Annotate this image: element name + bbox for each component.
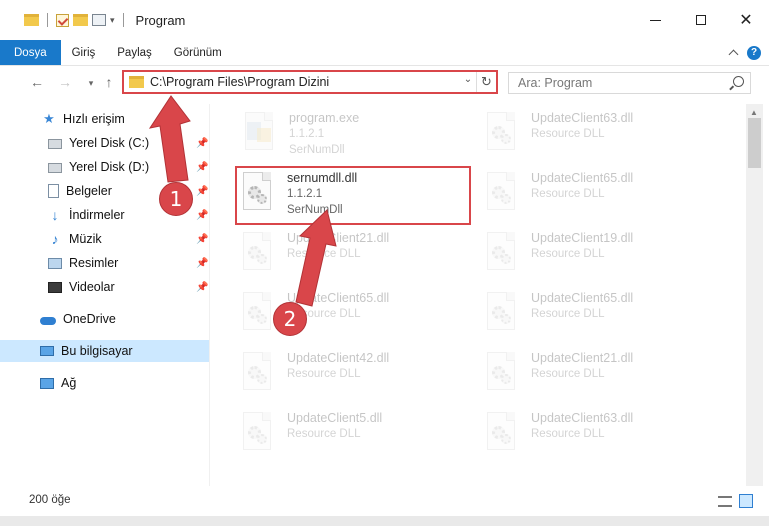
onedrive-icon xyxy=(40,317,56,325)
status-bar: 200 öğe xyxy=(0,486,769,516)
folder-icon xyxy=(24,14,39,26)
ribbon-tabs: Dosya Giriş Paylaş Görünüm ? xyxy=(0,40,769,66)
pin-icon[interactable]: 📌 xyxy=(196,258,208,269)
search-icon[interactable] xyxy=(733,76,744,87)
item-count: 200 öğe xyxy=(29,494,71,506)
maximize-button[interactable] xyxy=(678,0,724,40)
music-icon: ♪ xyxy=(51,231,59,247)
recent-locations-button[interactable]: ▾ xyxy=(82,78,100,89)
maximize-icon xyxy=(696,15,706,25)
highlighted-file-box xyxy=(235,166,471,225)
minimize-button[interactable] xyxy=(632,0,678,40)
sidebar-item-label: Resimler xyxy=(69,256,119,270)
help-icon[interactable]: ? xyxy=(747,45,761,60)
close-button[interactable]: ✕ xyxy=(723,0,769,40)
sidebar-item-network[interactable]: Ağ xyxy=(0,372,209,394)
search-input[interactable]: Ara: Program xyxy=(508,72,751,94)
sidebar-item-onedrive[interactable]: OneDrive xyxy=(0,308,209,330)
pin-icon[interactable]: 📌 xyxy=(196,282,208,293)
sidebar-item-pictures[interactable]: Resimler 📌 xyxy=(0,252,209,274)
customize-toolbar-chevron-icon[interactable]: ▾ xyxy=(110,15,115,26)
sidebar-item-label: Yerel Disk (D:) xyxy=(69,160,150,174)
properties-check-icon[interactable] xyxy=(56,13,69,27)
sidebar-item-label: Yerel Disk (C:) xyxy=(69,136,150,150)
sidebar-item-label: İndirmeler xyxy=(69,208,125,222)
tab-dosya[interactable]: Dosya xyxy=(0,40,61,65)
search-placeholder: Ara: Program xyxy=(518,76,593,90)
file-list: program.exe 1.1.2.1 SerNumDll xyxy=(211,104,746,486)
network-icon xyxy=(40,377,54,389)
title-divider xyxy=(122,13,124,27)
minimize-icon xyxy=(649,19,661,21)
file-name: program.exe xyxy=(289,111,360,125)
tab-giris[interactable]: Giriş xyxy=(61,40,107,65)
quick-access-toolbar: ▾ xyxy=(24,13,128,27)
new-folder-icon[interactable] xyxy=(73,14,88,26)
sidebar-item-label: Bu bilgisayar xyxy=(61,344,133,358)
tab-paylas[interactable]: Paylaş xyxy=(106,40,163,65)
exe-file-icon xyxy=(241,112,279,156)
sidebar-item-local-disk-d[interactable]: Yerel Disk (D:) 📌 xyxy=(0,156,209,178)
address-bar[interactable]: C:\Program Files\Program Dizini ⌄ ↻ xyxy=(122,70,498,94)
sidebar-item-label: OneDrive xyxy=(63,312,116,326)
address-path[interactable]: C:\Program Files\Program Dizini xyxy=(150,75,329,89)
computer-icon xyxy=(40,346,54,356)
sidebar-item-label: Belgeler xyxy=(66,184,112,198)
disk-icon xyxy=(48,163,62,173)
pin-icon[interactable]: 📌 xyxy=(196,234,208,245)
large-icons-view-icon[interactable] xyxy=(739,494,753,508)
sidebar-item-this-pc[interactable]: Bu bilgisayar xyxy=(0,340,209,362)
pictures-icon xyxy=(48,257,62,269)
file-item-program-exe[interactable]: program.exe 1.1.2.1 SerNumDll xyxy=(241,108,481,164)
close-icon: ✕ xyxy=(739,12,753,29)
pin-icon[interactable]: 📌 xyxy=(196,186,208,197)
sidebar-item-label: Müzik xyxy=(69,232,102,246)
folder-icon xyxy=(129,76,144,88)
back-button[interactable]: ← xyxy=(28,74,46,90)
toolbar-divider xyxy=(47,13,48,27)
disk-icon xyxy=(48,139,62,149)
sidebar-item-label: Hızlı erişim xyxy=(63,112,125,126)
ribbon-right-controls: ? xyxy=(728,40,769,65)
pin-icon[interactable]: 📌 xyxy=(196,162,208,173)
file-description: SerNumDll xyxy=(289,144,345,156)
navigation-pane: ★ Hızlı erişim Yerel Disk (C:) 📌 Yerel D… xyxy=(0,104,210,486)
file-version: 1.1.2.1 xyxy=(289,128,325,140)
star-icon: ★ xyxy=(43,111,55,126)
downloads-icon: ↓ xyxy=(51,207,59,223)
window-title: Program xyxy=(135,12,186,28)
sidebar-item-label: Videolar xyxy=(69,280,115,294)
address-dropdown-icon[interactable]: ⌄ xyxy=(461,74,475,85)
taskbar-edge xyxy=(0,516,769,526)
scroll-thumb[interactable] xyxy=(748,118,761,168)
videos-icon xyxy=(48,281,62,293)
sidebar-item-videos[interactable]: Videolar 📌 xyxy=(0,276,209,298)
up-button[interactable]: ↑ xyxy=(100,74,118,90)
scroll-up-arrow-icon[interactable]: ▲ xyxy=(750,108,758,117)
vertical-scrollbar[interactable]: ▲ xyxy=(746,104,763,486)
properties-icon[interactable] xyxy=(92,14,106,26)
tab-gorunum[interactable]: Görünüm xyxy=(163,40,233,65)
sidebar-item-quick-access[interactable]: ★ Hızlı erişim xyxy=(0,108,209,130)
details-view-icon[interactable] xyxy=(718,496,732,507)
forward-button[interactable]: → xyxy=(56,74,74,90)
step-badge-2: 2 xyxy=(273,302,307,336)
refresh-button[interactable]: ↻ xyxy=(476,72,496,92)
documents-icon xyxy=(48,184,59,198)
sidebar-item-label: Ağ xyxy=(61,376,77,390)
step-badge-1: 1 xyxy=(159,182,193,216)
expand-ribbon-chevron-icon[interactable] xyxy=(728,49,739,60)
sidebar-item-local-disk-c[interactable]: Yerel Disk (C:) 📌 xyxy=(0,132,209,154)
pin-icon[interactable]: 📌 xyxy=(196,210,208,221)
sidebar-item-music[interactable]: ♪ Müzik 📌 xyxy=(0,228,209,250)
pin-icon[interactable]: 📌 xyxy=(196,138,208,149)
